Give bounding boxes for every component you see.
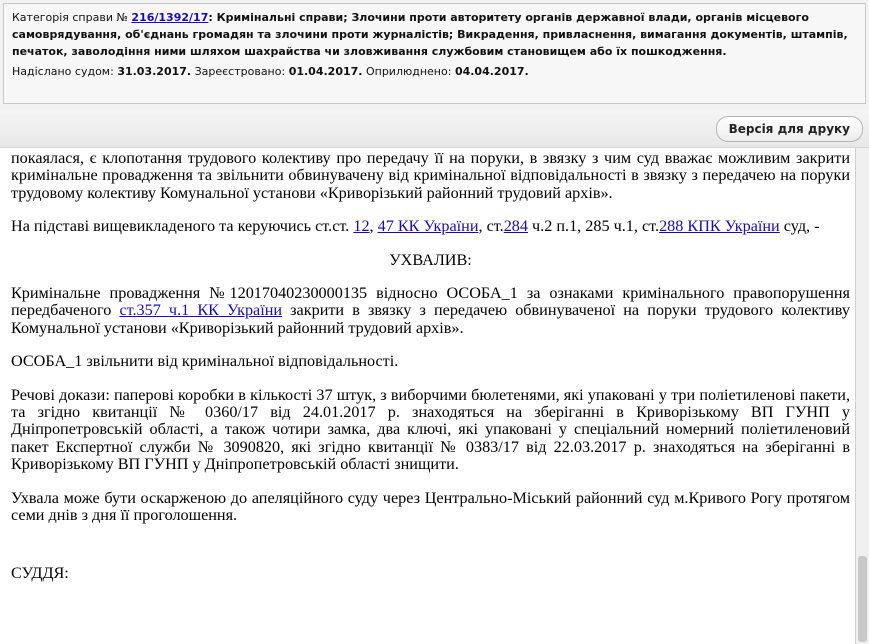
p2-text-b: , (369, 217, 378, 236)
ruling-heading: УХВАЛИВ: (389, 250, 472, 269)
scrollbar-thumb[interactable] (858, 556, 867, 642)
sent-label: Надіслано судом: (12, 65, 118, 78)
category-label: Категорія справи № (12, 11, 132, 24)
published-date: 04.04.2017. (454, 65, 529, 78)
article-12-link[interactable]: 12 (353, 217, 369, 235)
paragraph-2: На підставі вищевикладеного та керуючись… (11, 218, 850, 235)
article-288-kpk-link[interactable]: 288 КПК України (659, 217, 780, 235)
sent-date: 31.03.2017. (117, 65, 192, 78)
article-47-kk-link[interactable]: 47 КК України (378, 217, 479, 235)
p2-text-c: , ст. (478, 217, 504, 236)
paragraph-6: Ухвала може бути оскарженою до апеляційн… (11, 488, 850, 525)
paragraph-5: Речові докази: паперові коробки в кілько… (11, 385, 850, 474)
p2-text-a: На підставі вищевикладеного та керуючись… (11, 217, 354, 236)
vertical-scrollbar[interactable] (856, 148, 869, 644)
registered-date: 01.04.2017. (288, 65, 363, 78)
case-number-link[interactable]: 216/1392/17 (131, 11, 208, 24)
case-category: Категорія справи № 216/1392/17: Кримінал… (12, 9, 857, 60)
article-284-link[interactable]: 284 (504, 217, 528, 235)
article-357-link[interactable]: ст.357 ч.1 КК України (119, 301, 282, 319)
paragraph-3: Кримінальне провадження №120170402300001… (11, 284, 850, 337)
registered-label: Зареєстровано: (191, 65, 289, 78)
toolbar: Версія для друку (0, 110, 869, 148)
document-view[interactable]: покаялася, є клопотання трудового колект… (0, 148, 856, 644)
paragraph-1: покаялася, є клопотання трудового колект… (11, 149, 850, 202)
judge-label: СУДДЯ: (11, 563, 69, 582)
paragraph-4: ОСОБА_1 звільнити від кримінальної відпо… (11, 352, 399, 371)
document-text: покаялася, є клопотання трудового колект… (11, 149, 850, 598)
published-label: Оприлюднено: (362, 65, 455, 78)
case-info-panel: Категорія справи № 216/1392/17: Кримінал… (3, 3, 866, 104)
case-dates: Надіслано судом: 31.03.2017. Зареєстрова… (12, 63, 857, 80)
p2-text-e: суд, - (779, 217, 820, 236)
print-version-button[interactable]: Версія для друку (715, 116, 863, 142)
p2-text-d: ч.2 п.1, 285 ч.1, ст. (527, 217, 660, 236)
